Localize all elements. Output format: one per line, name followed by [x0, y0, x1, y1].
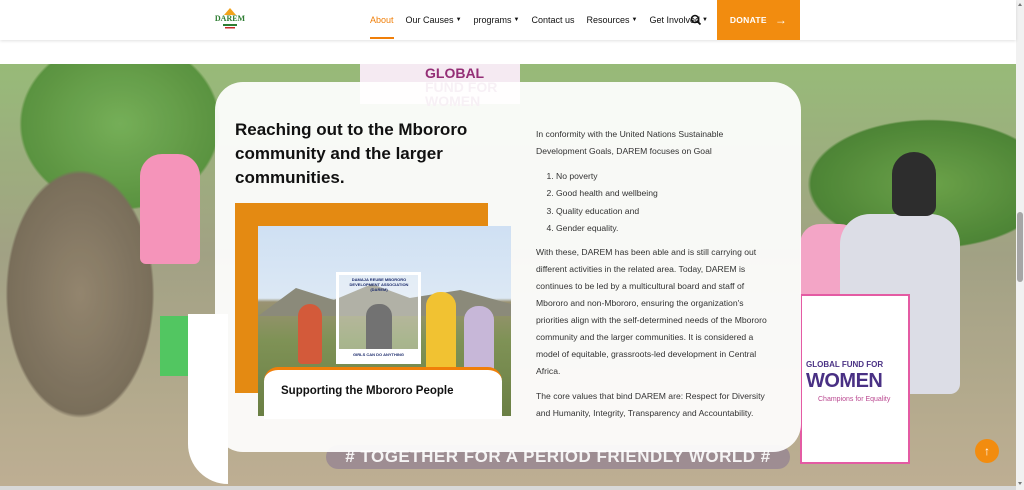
nav-programs-label: programs [473, 15, 512, 25]
arrow-right-icon: → [774, 13, 788, 27]
nav-our-causes-label: Our Causes [405, 15, 454, 25]
nav-contact-us-label: Contact us [531, 15, 575, 25]
list-item: Gender equality. [556, 220, 776, 237]
chevron-down-icon: ▼ [631, 17, 638, 23]
donate-button[interactable]: DONATE → [717, 0, 800, 40]
content-text-column: In conformity with the United Nations Su… [536, 126, 776, 430]
page-bottom-edge [0, 486, 1016, 490]
nav-contact-us[interactable]: Contact us [531, 0, 574, 40]
body-paragraph-2: The core values that bind DAREM are: Res… [536, 390, 765, 418]
nav-programs[interactable]: programs ▼ [474, 0, 520, 40]
chevron-down-icon: ▼ [513, 17, 520, 23]
photo-caption-box: Supporting the Mbororo People [264, 367, 502, 419]
scroll-up-arrow-icon[interactable] [1018, 3, 1022, 6]
search-icon[interactable] [690, 13, 702, 26]
list-item: No poverty [556, 168, 776, 185]
arrow-up-icon: ↑ [984, 444, 990, 458]
photo-caption: Supporting the Mbororo People [281, 385, 454, 397]
list-item: Quality education and [556, 203, 776, 220]
nav-about-label: About [370, 15, 394, 25]
scroll-down-arrow-icon[interactable] [1018, 482, 1022, 485]
body-paragraph-1: With these, DAREM has been able and is s… [536, 246, 767, 376]
nav-resources[interactable]: Resources ▼ [587, 0, 638, 40]
content-card: Reaching out to the Mbororo community an… [215, 82, 801, 452]
chevron-down-icon: ▼ [455, 17, 462, 23]
nav-resources-label: Resources [586, 15, 630, 25]
photo-frame-header: DAMAJA REUBE MBORORO DEVELOPMENT ASSOCIA… [349, 277, 409, 292]
goals-list: No poverty Good health and wellbeing Qua… [556, 168, 776, 238]
scroll-to-top-button[interactable]: ↑ [975, 439, 999, 463]
nav-about[interactable]: About [370, 0, 394, 40]
site-header: DAREM About Our Causes ▼ programs ▼ Contac… [0, 0, 1016, 40]
intro-paragraph: In conformity with the United Nations Su… [536, 129, 724, 156]
photo-person [464, 306, 494, 376]
chevron-down-icon: ▼ [702, 17, 708, 23]
list-item: Good health and wellbeing [556, 185, 776, 202]
photo-sign-frame: DAMAJA REUBE MBORORO DEVELOPMENT ASSOCIA… [336, 272, 421, 364]
darem-logo[interactable]: DAREM [214, 6, 246, 32]
nav-our-causes[interactable]: Our Causes ▼ [406, 0, 462, 40]
main-nav: About Our Causes ▼ programs ▼ Contact us R… [370, 0, 720, 40]
photo-person [426, 292, 456, 372]
photo-frame-footer: GIRLS CAN DO ANYTHING [339, 349, 418, 361]
donate-label: DONATE [729, 15, 767, 25]
photo-person [298, 304, 322, 364]
scrollbar-thumb[interactable] [1017, 212, 1023, 282]
section-title: Reaching out to the Mbororo community an… [235, 120, 468, 187]
logo-text: DAREM [214, 14, 246, 23]
